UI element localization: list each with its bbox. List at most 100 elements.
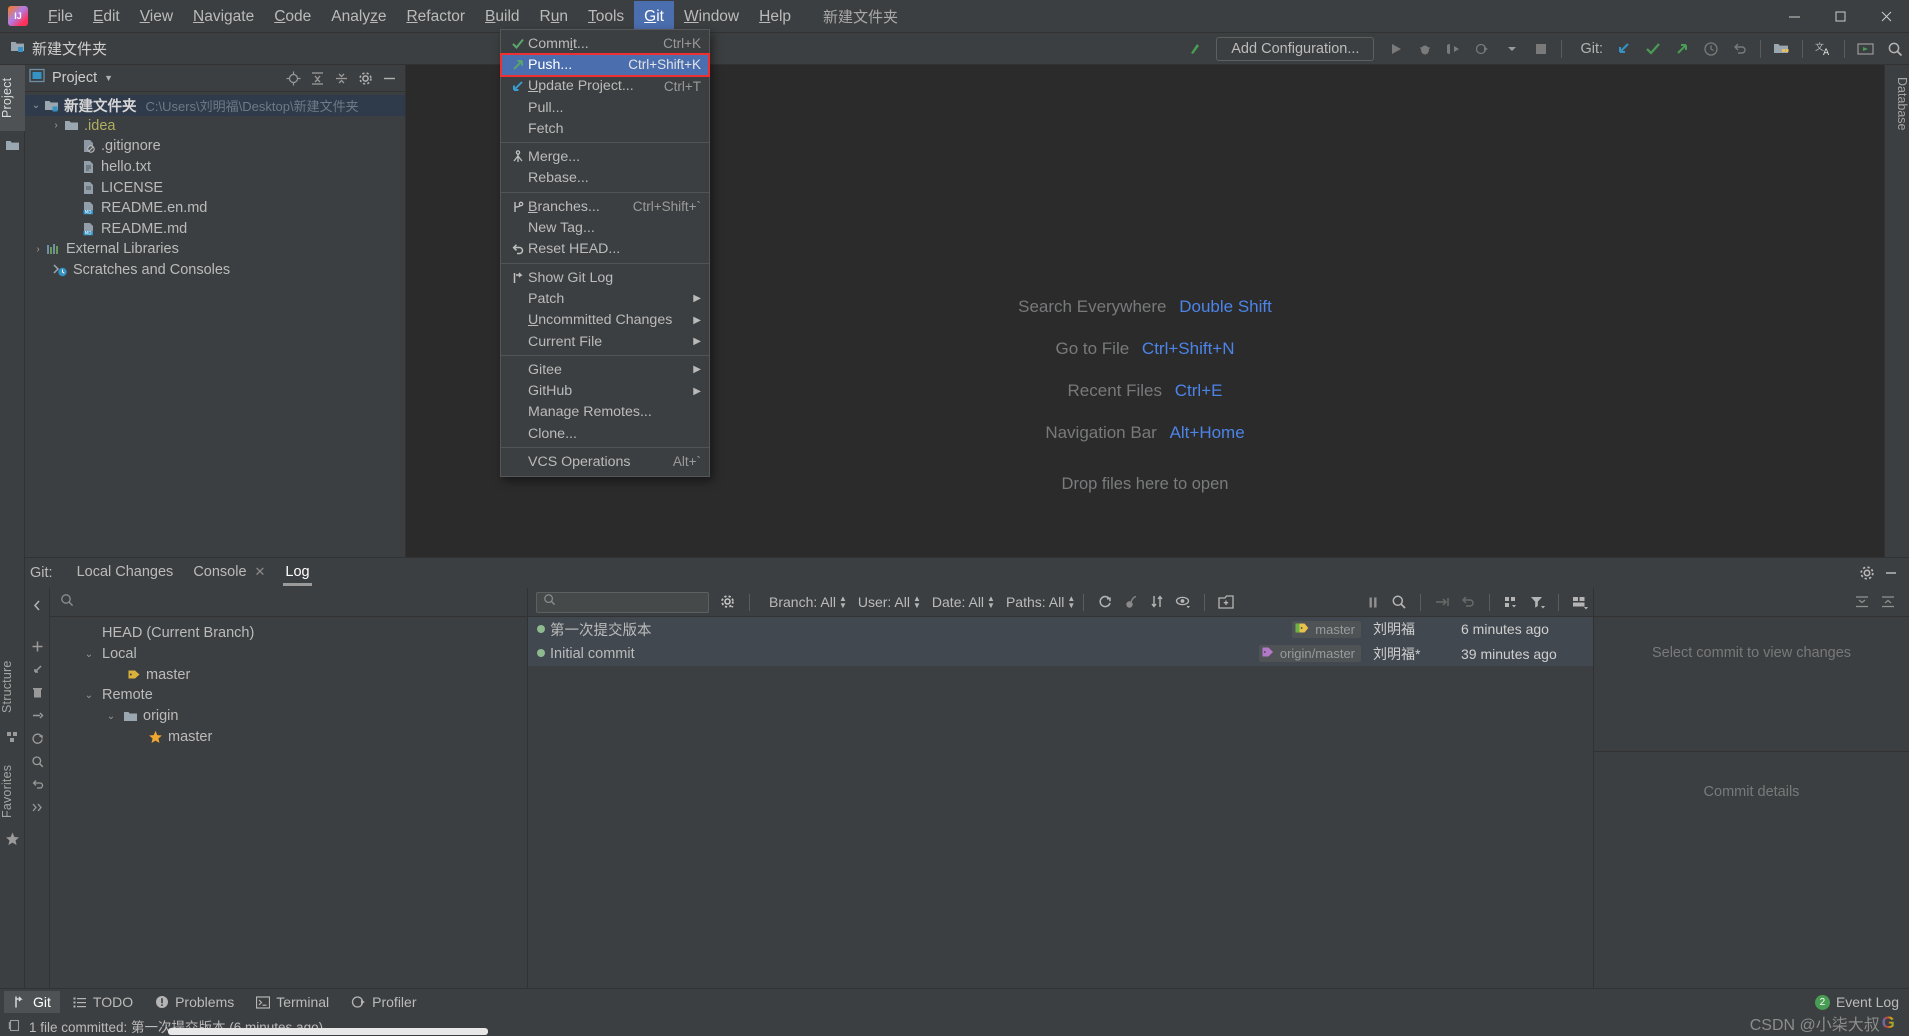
toolbar-project[interactable]: 新建文件夹 — [10, 38, 107, 59]
branch-row-origin-master[interactable]: master — [50, 726, 527, 747]
menu-item-gitee[interactable]: Gitee ▶ — [501, 359, 709, 380]
reset-icon[interactable] — [27, 773, 47, 796]
run-icon[interactable] — [1382, 36, 1409, 62]
pause-icon[interactable] — [1360, 591, 1386, 614]
expand-all-icon[interactable] — [305, 67, 329, 89]
tree-row-hello-txt[interactable]: hello.txt — [25, 157, 405, 178]
hide-icon[interactable] — [377, 67, 401, 89]
menu-analyze[interactable]: Analyze — [321, 1, 396, 32]
menu-run[interactable]: Run — [530, 1, 578, 32]
tab-local-changes[interactable]: Local Changes — [67, 560, 184, 587]
tree-row-license[interactable]: LICENSE — [25, 177, 405, 198]
menu-window[interactable]: Window — [674, 1, 749, 32]
layout-icon[interactable] — [1498, 591, 1524, 614]
branch-row-local-master[interactable]: master — [50, 664, 527, 685]
sort-icon[interactable] — [1144, 591, 1170, 614]
menu-file[interactable]: File — [38, 1, 83, 32]
refresh-icon[interactable] — [27, 727, 47, 750]
filter-icon[interactable] — [1524, 591, 1550, 614]
bottom-tab-profiler[interactable]: Profiler — [342, 991, 425, 1013]
log-search-box[interactable] — [536, 591, 709, 613]
log-search-input[interactable] — [561, 594, 701, 610]
menu-item-rebase[interactable]: Rebase... — [501, 168, 709, 189]
menu-item-patch[interactable]: Patch ▶ — [501, 288, 709, 309]
branch-row-remote[interactable]: ⌄ Remote — [50, 685, 527, 706]
hide-icon[interactable] — [1879, 562, 1903, 584]
sidebar-tab-favorites[interactable]: Favorites — [0, 755, 25, 827]
minimize-button[interactable] — [1771, 0, 1817, 33]
menu-item-pull[interactable]: Pull... — [501, 97, 709, 118]
menu-item-commit[interactable]: Commit... Ctrl+K — [501, 33, 709, 54]
cherry-pick-icon[interactable] — [1118, 591, 1144, 614]
run-with-coverage-icon[interactable] — [1440, 36, 1467, 62]
debug-icon[interactable] — [1411, 36, 1438, 62]
filter-date[interactable]: Date: All ▲ ▼ — [932, 594, 995, 610]
show-icon[interactable] — [1170, 591, 1196, 614]
stop-icon[interactable] — [1527, 36, 1554, 62]
menu-build[interactable]: Build — [475, 1, 529, 32]
folder-icon[interactable] — [4, 137, 21, 154]
chevron-down-icon[interactable] — [1498, 36, 1525, 62]
tree-row-gitignore[interactable]: .gitignore — [25, 136, 405, 157]
chevron-down-icon[interactable]: ▼ — [104, 73, 113, 83]
sidebar-tab-database[interactable]: Database — [1884, 71, 1909, 137]
star-icon[interactable] — [4, 830, 21, 847]
commit-icon[interactable] — [1639, 36, 1666, 62]
menu-item-merge[interactable]: Merge... — [501, 146, 709, 167]
bottom-tab-problems[interactable]: Problems — [146, 991, 243, 1013]
overflow-icon[interactable] — [27, 796, 47, 819]
menu-item-github[interactable]: GitHub ▶ — [501, 380, 709, 401]
menu-item-manage-remotes[interactable]: Manage Remotes... — [501, 402, 709, 423]
search-everywhere-icon[interactable] — [1881, 36, 1908, 62]
branch-row-head[interactable]: HEAD (Current Branch) — [50, 623, 527, 644]
branch-ops-icon[interactable] — [27, 704, 47, 727]
search-icon[interactable] — [1386, 591, 1412, 614]
horizontal-scrollbar[interactable] — [168, 1028, 488, 1035]
chevron-right-icon[interactable]: › — [49, 120, 63, 131]
chevron-right-icon[interactable]: › — [31, 244, 45, 255]
translate-icon[interactable]: 文A — [1810, 36, 1837, 62]
build-icon[interactable] — [1181, 36, 1208, 62]
menu-item-update-project[interactable]: Update Project... Ctrl+T — [501, 76, 709, 97]
sidebar-tab-structure[interactable]: Structure — [0, 650, 25, 724]
branch-row-local[interactable]: ⌄ Local — [50, 644, 527, 665]
log-settings-icon[interactable] — [715, 591, 741, 614]
collapse-all-icon[interactable] — [329, 67, 353, 89]
expand-all-icon[interactable] — [1875, 591, 1901, 614]
locate-icon[interactable] — [281, 67, 305, 89]
checkout-icon[interactable] — [27, 658, 47, 681]
tree-row-idea[interactable]: › .idea — [25, 116, 405, 137]
tree-row-readme[interactable]: MD README.md — [25, 219, 405, 240]
menu-tools[interactable]: Tools — [578, 1, 634, 32]
refresh-icon[interactable] — [1092, 591, 1118, 614]
menu-code[interactable]: Code — [264, 1, 321, 32]
rollback-icon[interactable] — [1726, 36, 1753, 62]
bottom-tab-todo[interactable]: TODO — [64, 991, 142, 1013]
menu-navigate[interactable]: Navigate — [183, 1, 264, 32]
tree-row-scratches[interactable]: Scratches and Consoles — [25, 260, 405, 281]
filter-branch[interactable]: Branch: All ▲ ▼ — [769, 594, 847, 610]
branch-row-origin[interactable]: ⌄ origin — [50, 706, 527, 727]
filter-paths[interactable]: Paths: All ▲ ▼ — [1006, 594, 1075, 610]
menu-item-reset-head[interactable]: Reset HEAD... — [501, 239, 709, 260]
open-in-tab-icon[interactable] — [1213, 591, 1239, 614]
commit-row[interactable]: 第一次提交版本 master 刘明福 6 minutes ago — [528, 617, 1593, 642]
bottom-tab-git[interactable]: Git — [4, 991, 60, 1013]
menu-refactor[interactable]: Refactor — [396, 1, 475, 32]
tree-row-readme-en[interactable]: MD README.en.md — [25, 198, 405, 219]
menu-item-push[interactable]: Push... Ctrl+Shift+K — [500, 53, 710, 77]
close-icon[interactable]: ✕ — [255, 564, 266, 580]
menu-item-new-tag[interactable]: New Tag... — [501, 217, 709, 238]
project-structure-icon[interactable] — [1768, 36, 1795, 62]
tab-console[interactable]: Console ✕ — [183, 560, 275, 587]
go-to-icon[interactable] — [1429, 591, 1455, 614]
menu-help[interactable]: Help — [749, 1, 801, 32]
collapse-all-icon[interactable] — [1849, 591, 1875, 614]
presentation-icon[interactable] — [1852, 36, 1879, 62]
sidebar-tab-project[interactable]: Project — [0, 65, 25, 131]
settings-icon[interactable] — [1855, 562, 1879, 584]
view-options-icon[interactable] — [1567, 591, 1593, 614]
search-icon[interactable] — [27, 750, 47, 773]
menu-view[interactable]: View — [130, 1, 183, 32]
chevron-down-icon[interactable]: ⌄ — [104, 711, 118, 722]
